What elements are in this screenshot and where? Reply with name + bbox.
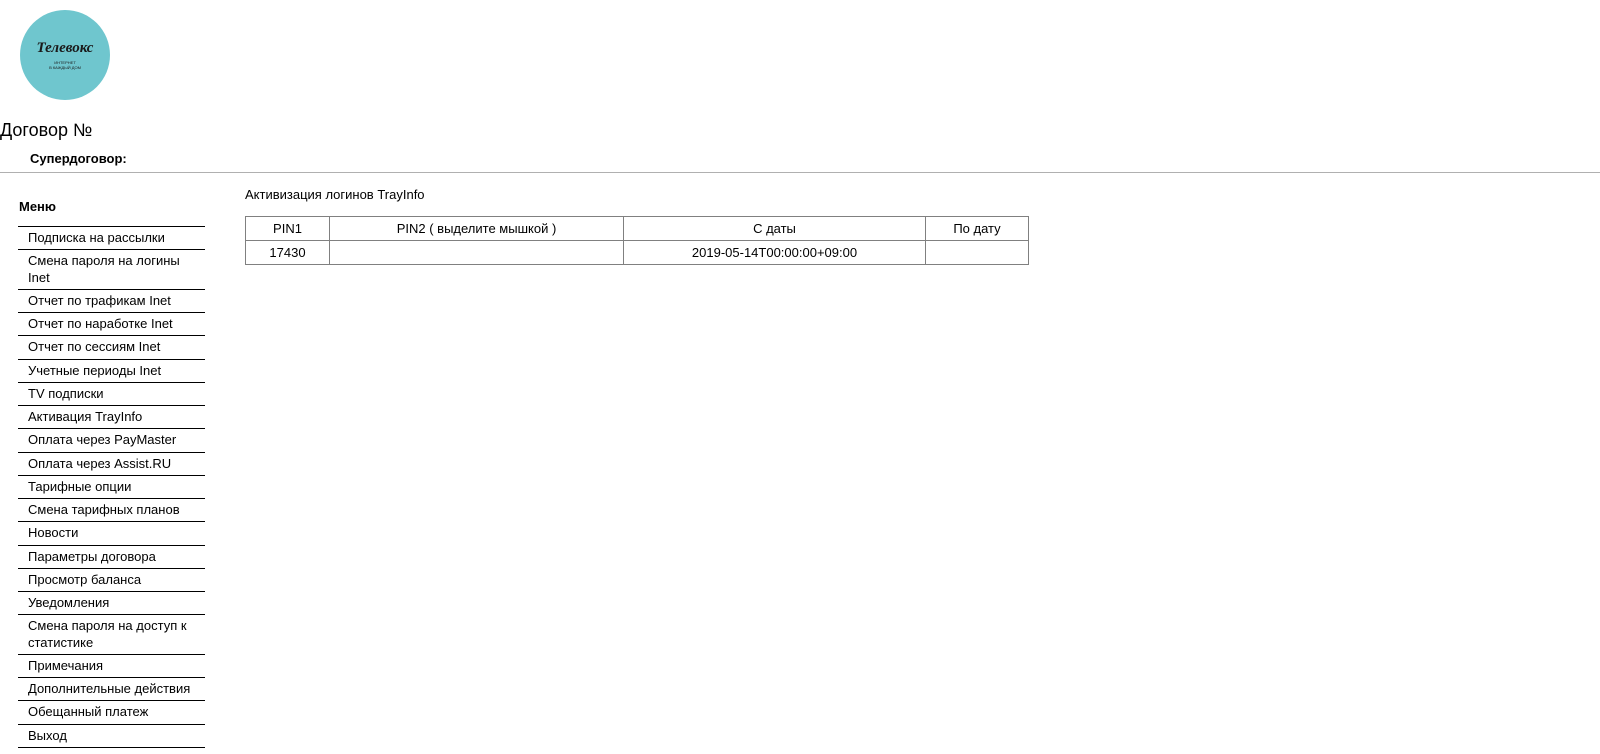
menu-item[interactable]: Оплата через PayMaster [18,429,205,452]
supercontract-label: Супердоговор: [0,145,1600,172]
menu-item[interactable]: Смена пароля на доступ к статистике [18,615,205,655]
th-pin1: PIN1 [246,217,330,241]
main-content: Активизация логинов TrayInfo PIN1 PIN2 (… [205,173,1600,265]
cell-pin2[interactable] [330,241,624,265]
cell-pin1: 17430 [246,241,330,265]
menu-item[interactable]: Просмотр баланса [18,569,205,592]
menu-item[interactable]: Подписка на рассылки [18,226,205,250]
menu-item[interactable]: TV подписки [18,383,205,406]
menu-item[interactable]: Обещанный платеж [18,701,205,724]
menu-item[interactable]: Смена пароля на логины Inet [18,250,205,290]
logo-tagline: ИНТЕРНЕТ В КАЖДЫЙ ДОМ [49,61,81,70]
logo[interactable]: Телевокс ИНТЕРНЕТ В КАЖДЫЙ ДОМ [20,10,110,100]
menu-item[interactable]: Дополнительные действия [18,678,205,701]
th-from: С даты [624,217,926,241]
menu-item[interactable]: Отчет по трафикам Inet [18,290,205,313]
th-pin2: PIN2 ( выделите мышкой ) [330,217,624,241]
menu-item[interactable]: Смена тарифных планов [18,499,205,522]
cell-to [926,241,1029,265]
menu-item[interactable]: Отчет по наработке Inet [18,313,205,336]
th-to: По дату [926,217,1029,241]
logo-brand-text: Телевокс [37,40,94,57]
menu-item[interactable]: Выход [18,725,205,748]
trayinfo-table: PIN1 PIN2 ( выделите мышкой ) С даты По … [245,216,1029,265]
page-title: Активизация логинов TrayInfo [245,187,1600,202]
menu-item[interactable]: Активация TrayInfo [18,406,205,429]
menu-item[interactable]: Тарифные опции [18,476,205,499]
menu-item[interactable]: Отчет по сессиям Inet [18,336,205,359]
cell-from: 2019-05-14T00:00:00+09:00 [624,241,926,265]
menu-item[interactable]: Оплата через Assist.RU [18,453,205,476]
logo-area: Телевокс ИНТЕРНЕТ В КАЖДЫЙ ДОМ [0,0,1600,110]
menu-title: Меню [0,187,205,226]
menu-list: Подписка на рассылкиСмена пароля на логи… [18,226,205,748]
menu-item[interactable]: Новости [18,522,205,545]
menu-item[interactable]: Уведомления [18,592,205,615]
menu-item[interactable]: Примечания [18,655,205,678]
contract-number-label: Договор № [0,110,1600,145]
menu-item[interactable]: Параметры договора [18,546,205,569]
table-row: 17430 2019-05-14T00:00:00+09:00 [246,241,1029,265]
menu-item[interactable]: Учетные периоды Inet [18,360,205,383]
sidebar: Меню Подписка на рассылкиСмена пароля на… [0,187,205,748]
